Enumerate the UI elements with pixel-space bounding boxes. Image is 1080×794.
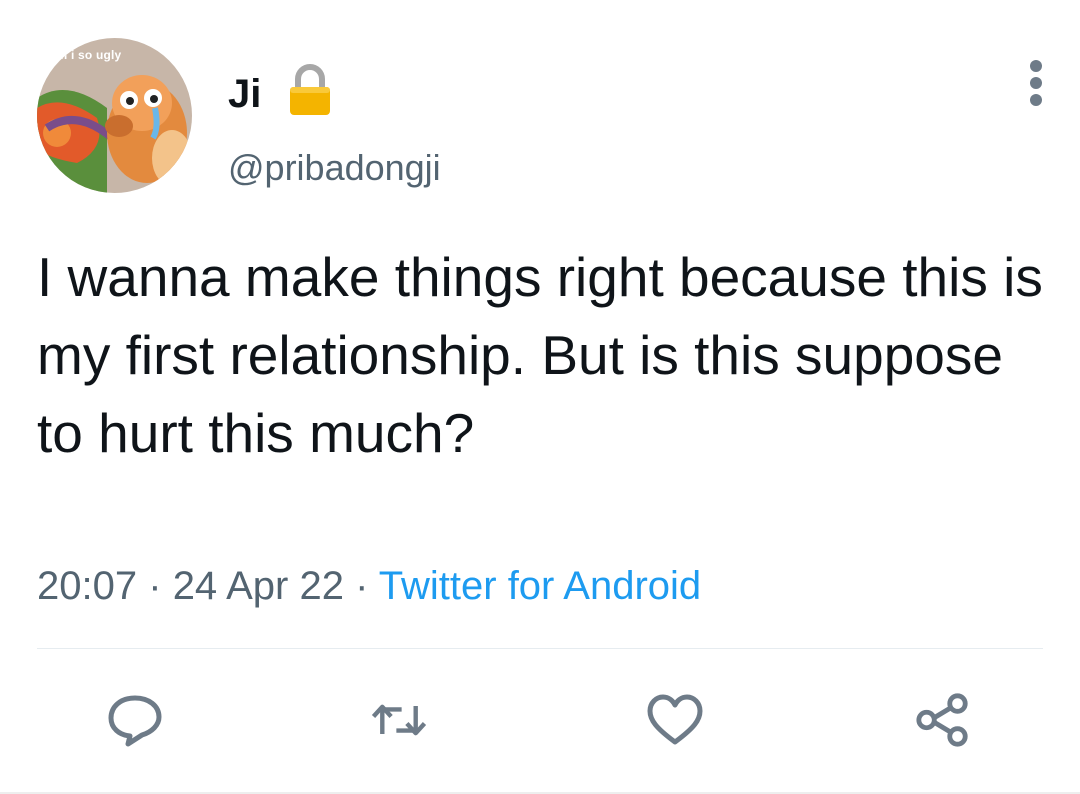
reply-icon[interactable] — [106, 692, 164, 748]
display-name[interactable]: Ji — [228, 70, 261, 118]
heart-icon[interactable] — [646, 692, 704, 748]
user-handle[interactable]: @pribadongji — [228, 146, 441, 190]
tweet-date[interactable]: 24 Apr 22 — [173, 564, 344, 608]
lock-icon — [290, 64, 330, 115]
retweet-icon[interactable] — [370, 692, 428, 748]
share-icon[interactable] — [914, 692, 972, 748]
avatar[interactable]: im i so ugly — [37, 38, 192, 193]
meta-separator: · — [148, 564, 162, 608]
tweet-source-link[interactable]: Twitter for Android — [379, 564, 701, 608]
avatar-caption: im i so ugly — [53, 48, 122, 62]
tweet-time[interactable]: 20:07 — [37, 564, 137, 608]
more-options-icon[interactable] — [1012, 56, 1060, 112]
tweet-text: I wanna make things right because this i… — [37, 246, 1043, 464]
meta-separator: · — [355, 564, 369, 608]
tweet-metadata: 20:07 · 24 Apr 22 · Twitter for Android — [37, 561, 701, 611]
divider — [37, 648, 1043, 649]
